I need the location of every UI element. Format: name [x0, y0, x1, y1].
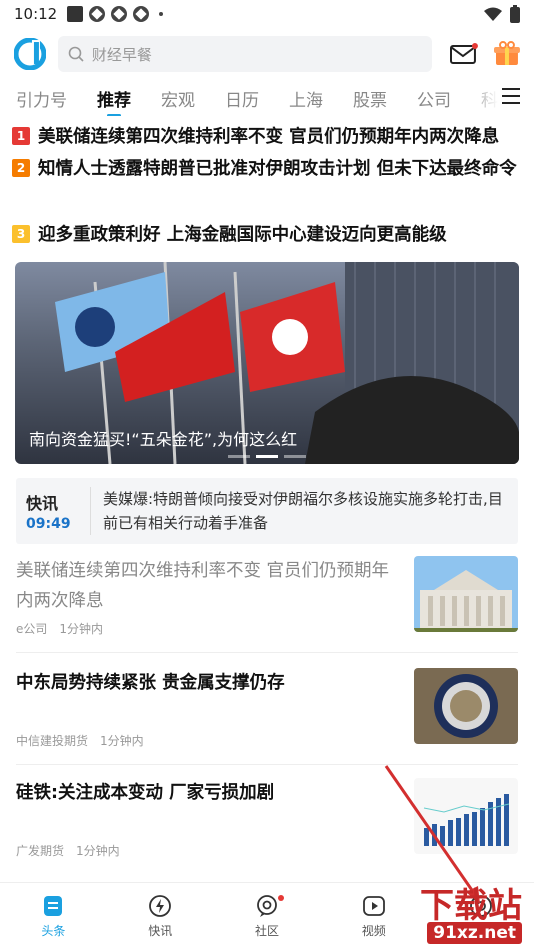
app-logo-icon[interactable] — [14, 38, 46, 70]
watermark-text: 下载站 — [420, 886, 522, 926]
gift-icon[interactable] — [494, 41, 520, 67]
article-meta: e公司 1分钟内 — [16, 620, 115, 637]
watermark-url: 91xz.net — [427, 922, 522, 944]
hot-title: 知情人士透露特朗普已批准对伊朗攻击计划 但未下达最终命令 — [38, 159, 517, 179]
article-title: 美联储连续第四次维持利率不变 官员们仍预期年内两次降息 — [16, 561, 390, 611]
article-title: 硅铁:关注成本变动 厂家亏损加剧 — [16, 783, 275, 803]
article-source: 中信建投期货 — [16, 734, 89, 748]
article-item[interactable]: 美联储连续第四次维持利率不变 官员们仍预期年内两次降息 e公司 1分钟内 — [16, 556, 518, 642]
article-thumbnail — [414, 556, 518, 632]
article-item[interactable]: 中东局势持续紧张 贵金属支撑仍存 中信建投期货 1分钟内 — [16, 668, 518, 754]
search-icon — [68, 46, 84, 62]
search-input[interactable]: 财经早餐 — [57, 36, 433, 72]
nav-label: 头条 — [41, 924, 66, 938]
article-time: 1分钟内 — [76, 844, 120, 858]
tab-yinlihao[interactable]: 引力号 — [16, 86, 67, 111]
flash-text: 美媒爆:特朗普倾向接受对伊朗福尔多核设施实施多轮打击,目前已有相关行动着手准备 — [90, 487, 508, 535]
carousel-indicator — [15, 455, 519, 458]
article-thumbnail — [414, 668, 518, 744]
hot-item[interactable]: 2 知情人士透露特朗普已批准对伊朗攻击计划 但未下达最终命令 — [12, 153, 522, 185]
tab-company[interactable]: 公司 — [417, 86, 451, 111]
app-notification-icon — [67, 6, 84, 22]
hot-item[interactable]: 1 美联储连续第四次维持利率不变 官员们仍预期年内两次降息 — [12, 121, 522, 153]
article-title: 中东局势持续紧张 贵金属支撑仍存 — [16, 673, 285, 693]
notification-icon — [133, 6, 150, 22]
more-notifications-icon — [159, 12, 164, 16]
hot-title: 迎多重政策利好 上海金融国际中心建设迈向更高能级 — [38, 225, 447, 245]
wifi-icon — [484, 7, 502, 21]
nav-label: 快讯 — [148, 924, 173, 938]
tab-recommend[interactable]: 推荐 — [97, 86, 131, 116]
search-placeholder: 财经早餐 — [91, 45, 152, 64]
tab-stocks[interactable]: 股票 — [353, 86, 387, 111]
rank-badge: 1 — [12, 127, 30, 145]
article-meta: 中信建投期货 1分钟内 — [16, 732, 156, 749]
article-time: 1分钟内 — [100, 734, 144, 748]
watermark-logo: 下载站 91xz.net — [358, 878, 528, 948]
article-meta: 广发期货 1分钟内 — [16, 842, 132, 859]
header: 财经早餐 — [0, 34, 534, 74]
flash-news-card[interactable]: 快讯 09:49 美媒爆:特朗普倾向接受对伊朗福尔多核设施实施多轮打击,目前已有… — [16, 478, 518, 544]
tabs-menu-icon[interactable] — [502, 88, 520, 104]
nav-flash[interactable]: 快讯 — [107, 883, 214, 950]
community-icon — [257, 895, 277, 917]
mail-icon[interactable] — [450, 43, 479, 65]
divider — [16, 652, 518, 653]
nav-headline[interactable]: 头条 — [0, 883, 107, 950]
headline-icon — [44, 896, 63, 916]
notification-icon — [111, 6, 128, 22]
banner-caption: 南向资金猛买!“五朵金花”,为何这么红 — [29, 430, 298, 449]
article-source: 广发期货 — [16, 844, 65, 858]
tab-shanghai[interactable]: 上海 — [289, 86, 323, 111]
nav-label: 社区 — [254, 924, 279, 938]
rank-badge: 3 — [12, 225, 30, 243]
rank-badge: 2 — [12, 159, 30, 177]
tab-macro[interactable]: 宏观 — [161, 86, 195, 111]
nav-community[interactable]: 社区 — [214, 883, 321, 950]
tabs-fade — [468, 80, 498, 116]
battery-icon — [510, 5, 520, 23]
hot-item[interactable]: 3 迎多重政策利好 上海金融国际中心建设迈向更高能级 — [12, 219, 522, 251]
notification-dot — [277, 895, 284, 901]
status-bar: 10:12 — [0, 0, 534, 28]
category-tabs: 引力号 推荐 宏观 日历 上海 股票 公司 科 — [0, 80, 534, 116]
lightning-icon — [149, 895, 172, 917]
article-source: e公司 — [16, 622, 48, 636]
flash-label: 快讯 — [26, 494, 59, 513]
notification-icon — [89, 6, 106, 22]
flash-time: 09:49 — [26, 516, 71, 532]
notification-icons — [67, 6, 164, 22]
tab-calendar[interactable]: 日历 — [225, 86, 259, 111]
article-time: 1分钟内 — [59, 622, 104, 636]
hot-title: 美联储连续第四次维持利率不变 官员们仍预期年内两次降息 — [38, 127, 500, 147]
banner-carousel[interactable]: 南向资金猛买!“五朵金花”,为何这么红 — [15, 262, 519, 464]
status-time: 10:12 — [14, 5, 58, 23]
